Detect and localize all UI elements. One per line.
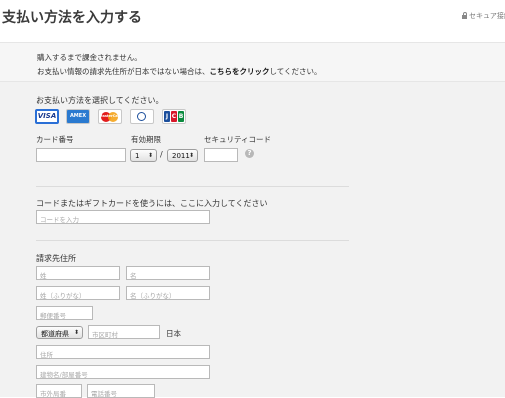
payment-method-label: お支払い方法を選択してください。 xyxy=(36,96,164,105)
expiry-separator: / xyxy=(160,150,163,159)
address-input[interactable]: 住所 xyxy=(36,345,210,359)
first-name-kana-input[interactable]: 名（ふりがな） xyxy=(126,286,210,300)
select-arrows-icon: ⬍ xyxy=(73,329,79,336)
expiry-label: 有効期限 xyxy=(131,135,161,144)
last-name-input[interactable]: 姓 xyxy=(36,266,120,280)
amex-card-icon[interactable]: AMEX xyxy=(66,109,90,124)
first-name-input[interactable]: 名 xyxy=(126,266,210,280)
expiry-month-select[interactable]: 1 ⬍ xyxy=(130,149,157,162)
gift-code-input[interactable]: コードを入力 xyxy=(36,210,210,224)
country-label: 日本 xyxy=(166,329,181,338)
billing-address-title: 請求先住所 xyxy=(36,254,76,263)
divider xyxy=(36,240,349,241)
building-input[interactable]: 建物名/部屋番号 xyxy=(36,365,210,379)
page-header: 支払い方法を入力する セキュア接続 xyxy=(0,0,505,34)
notice-suffix: してください。 xyxy=(269,67,322,76)
gift-code-label: コードまたはギフトカードを使うには、ここに入力してください xyxy=(36,199,268,208)
page-title: 支払い方法を入力する xyxy=(2,10,142,26)
city-input[interactable]: 市区町村 xyxy=(88,325,160,339)
help-icon[interactable]: ? xyxy=(245,149,254,158)
area-code-input[interactable]: 市外局番 xyxy=(36,384,82,398)
no-charge-notice: 購入するまで課金されません。 xyxy=(37,53,142,62)
notice-prefix: お支払い情報の請求先住所が日本ではない場合は、 xyxy=(37,67,210,76)
billing-notice: 購入するまで課金されません。 お支払い情報の請求先住所が日本ではない場合は、こち… xyxy=(0,42,505,82)
divider xyxy=(36,186,349,187)
postal-code-input[interactable]: 郵便番号 xyxy=(36,306,93,320)
prefecture-select[interactable]: 都道府県 ⬍ xyxy=(36,326,83,339)
last-name-kana-input[interactable]: 姓（ふりがな） xyxy=(36,286,120,300)
expiry-year-value: 2011 xyxy=(172,152,190,160)
click-here-link[interactable]: こちらをクリック xyxy=(210,67,270,76)
secure-connection-indicator: セキュア接続 xyxy=(462,11,505,21)
diners-card-icon[interactable] xyxy=(130,109,154,124)
card-number-label: カード番号 xyxy=(36,135,74,144)
card-number-input[interactable] xyxy=(36,148,126,162)
select-arrows-icon: ⬍ xyxy=(147,152,153,159)
secure-label: セキュア接続 xyxy=(469,12,505,20)
expiry-year-select[interactable]: 2011 ⬍ xyxy=(167,149,198,162)
visa-card-icon[interactable]: VISA xyxy=(35,109,59,124)
jcb-card-icon[interactable]: JCB xyxy=(162,109,186,124)
non-japan-address-notice: お支払い情報の請求先住所が日本ではない場合は、こちらをクリックしてください。 xyxy=(37,66,322,77)
security-code-label: セキュリティコード xyxy=(204,135,272,144)
expiry-month-value: 1 xyxy=(135,152,140,160)
lock-icon xyxy=(462,12,467,19)
security-code-input[interactable] xyxy=(204,148,238,162)
prefecture-value: 都道府県 xyxy=(41,330,69,338)
phone-number-input[interactable]: 電話番号 xyxy=(87,384,155,398)
mastercard-icon[interactable]: MasterCard xyxy=(98,109,122,124)
select-arrows-icon: ⬍ xyxy=(188,152,194,159)
